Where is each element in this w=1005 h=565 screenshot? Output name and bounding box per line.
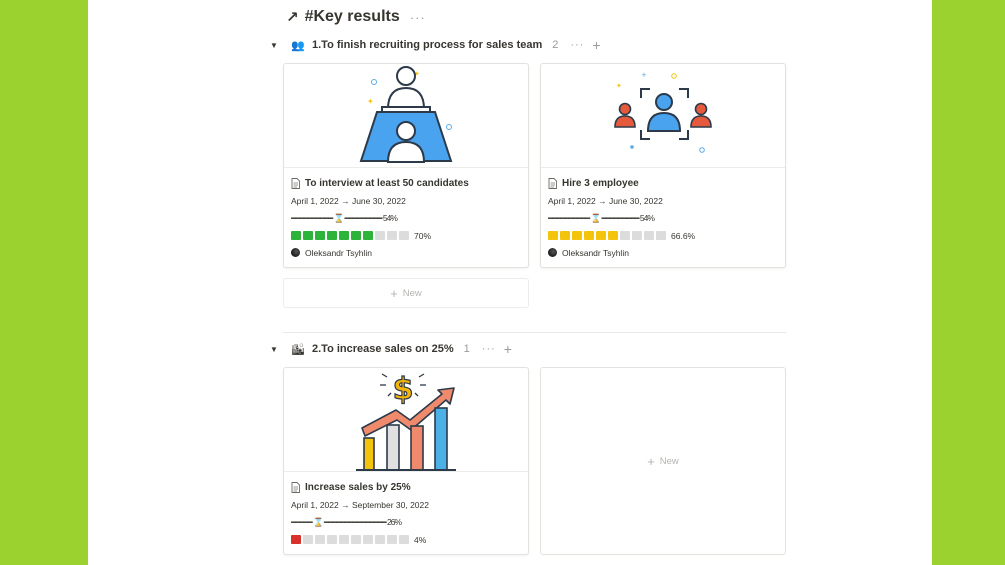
progress-segment [572,231,582,240]
group-label: 2.To increase sales on 25% [312,343,454,355]
card-title-text: Hire 3 employee [562,177,639,189]
progress-segment [339,535,349,544]
progress-segment [584,231,594,240]
time-progress-bar: ━━━━━━━━━━ ⌛ ━━━━━━━━━ 54% [291,213,398,223]
card-hire[interactable]: + ✦ Hire 3 employee April 1, 2022 → June… [540,63,786,268]
plus-icon: + [390,285,398,301]
assignee: Oleksandr Tsyhlin [291,247,521,258]
progress-percent: 4% [414,534,427,545]
progress-segment [375,231,385,240]
group-more-button[interactable]: ··· [482,343,496,355]
page-header: ↗ #Key results ··· [286,6,426,28]
card-cover: $ [284,368,528,472]
progress-segment [620,231,630,240]
collapse-toggle-icon[interactable]: ▼ [270,41,284,50]
progress-segment [303,535,313,544]
new-card-button[interactable]: + New [283,278,529,308]
card-cover: + ✦ [541,64,785,168]
group-divider [283,332,786,333]
card-title: To interview at least 50 candidates [291,176,521,190]
progress-segment [363,535,373,544]
progress-segment [548,231,558,240]
hire-illustration: + ✦ [614,71,712,153]
progress-segment [315,231,325,240]
card-dates: April 1, 2022 → June 30, 2022 [548,196,663,206]
group-count: 2 [552,39,559,51]
new-card-label: New [659,455,679,467]
card-increase-sales[interactable]: $ Increase sales by 25% April 1, 2022 → … [283,367,529,555]
assignee-name: Oleksandr Tsyhlin [305,247,372,258]
svg-text:+: + [641,71,647,79]
progress-segment [560,231,570,240]
progress-segment [363,231,373,240]
group-more-button[interactable]: ··· [570,39,584,51]
progress-segment [315,535,325,544]
group-add-button[interactable]: + [592,38,600,52]
progress-segment [351,535,361,544]
city-icon: 🏙 [291,343,305,356]
group-add-button[interactable]: + [504,342,512,356]
progress-bar: 70% [291,230,521,241]
progress-bar: 4% [291,534,521,545]
card-title-text: Increase sales by 25% [305,481,411,493]
svg-text:✦: ✦ [616,82,622,90]
card-cover: ✦ ✦ [284,64,528,168]
progress-segment [608,231,618,240]
progress-segment [303,231,313,240]
svg-text:$: $ [393,372,414,407]
avatar [548,248,557,257]
progress-segment [327,535,337,544]
people-icon: 👥 [291,39,305,52]
card-dates: April 1, 2022 → June 30, 2022 [291,196,406,206]
assignee: Oleksandr Tsyhlin [548,247,778,258]
progress-segment [399,231,409,240]
document-icon [548,177,557,189]
more-options-button[interactable]: ··· [410,10,426,25]
progress-segment [596,231,606,240]
progress-segment [339,231,349,240]
progress-segment [291,231,301,240]
time-progress-bar: ━━━━━ ⌛ ━━━━━━━━━━━━━━━ 26% [291,517,402,527]
card-interview[interactable]: ✦ ✦ To interview at least 50 candidates … [283,63,529,268]
group-header-sales[interactable]: ▼ 🏙 2.To increase sales on 25% 1 ··· + [270,339,512,359]
progress-segment [327,231,337,240]
group-count: 1 [463,343,470,355]
time-progress-bar: ━━━━━━━━━━ ⌛ ━━━━━━━━━ 54% [548,213,655,223]
progress-segment [399,535,409,544]
new-card-label: New [402,287,422,299]
document-icon [291,177,300,189]
progress-segment [656,231,666,240]
card-title-text: To interview at least 50 candidates [305,177,469,189]
progress-percent: 70% [414,230,432,241]
progress-bar: 66.6% [548,230,778,241]
new-card-button[interactable]: + New [540,367,786,555]
arrow-icon: ↗ [286,9,299,26]
avatar [291,248,300,257]
progress-segment [351,231,361,240]
assignee-name: Oleksandr Tsyhlin [562,247,629,258]
plus-icon: + [647,453,655,469]
progress-segment [387,231,397,240]
svg-text:✦: ✦ [367,97,374,106]
page-title: #Key results [304,8,400,25]
interview-illustration: ✦ ✦ [359,66,453,163]
progress-segment [632,231,642,240]
page: ↗ #Key results ··· ▼ 👥 1.To finish recru… [88,0,932,565]
card-title: Hire 3 employee [548,176,778,190]
progress-segment [387,535,397,544]
group-label: 1.To finish recruiting process for sales… [312,39,543,51]
progress-segment [644,231,654,240]
collapse-toggle-icon[interactable]: ▼ [270,345,284,354]
progress-segment [291,535,301,544]
card-dates: April 1, 2022 → September 30, 2022 [291,500,429,510]
sales-growth-illustration: $ [356,371,456,471]
progress-segment [375,535,385,544]
group-header-recruiting[interactable]: ▼ 👥 1.To finish recruiting process for s… [270,35,601,55]
document-icon [291,481,300,493]
card-title: Increase sales by 25% [291,480,521,494]
progress-percent: 66.6% [671,230,696,241]
